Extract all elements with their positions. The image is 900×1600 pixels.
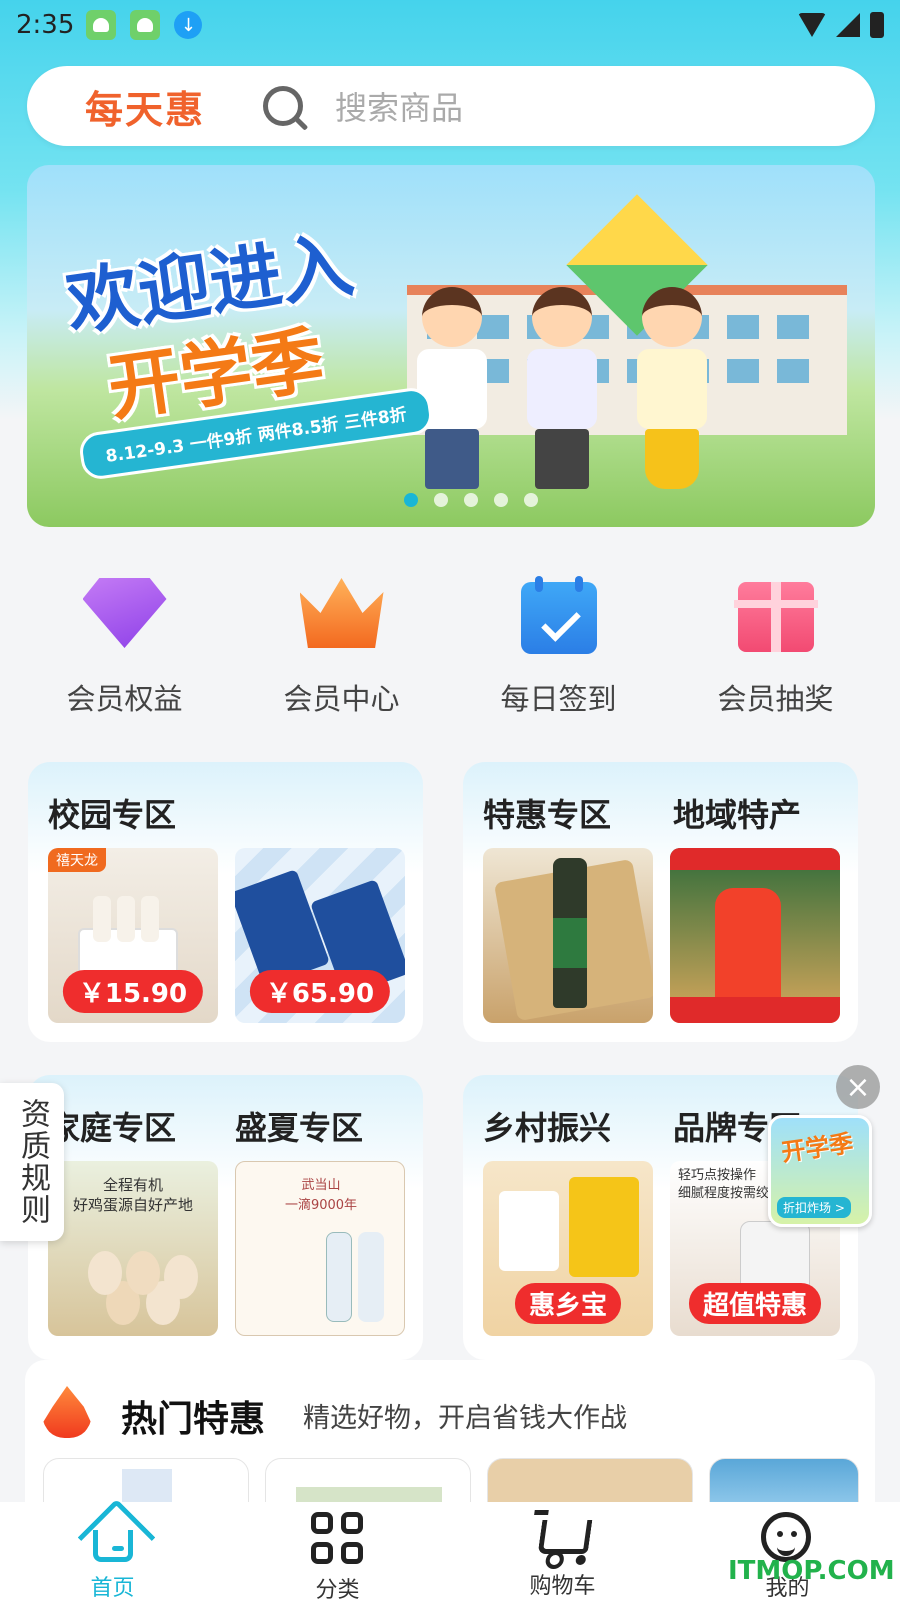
product-image[interactable]: 惠乡宝 bbox=[483, 1161, 653, 1336]
carousel-dot[interactable] bbox=[464, 493, 478, 507]
crown-icon bbox=[299, 578, 384, 654]
price-tag: ￥65.90 bbox=[249, 970, 391, 1013]
product-label: 超值特惠 bbox=[688, 1283, 822, 1324]
feature-member-benefits[interactable]: 会员权益 bbox=[16, 578, 233, 728]
nav-cart[interactable]: 购物车 bbox=[450, 1502, 675, 1600]
product-label: 惠乡宝 bbox=[514, 1283, 622, 1324]
app-icon bbox=[130, 10, 161, 40]
nav-label: 购物车 bbox=[529, 1574, 596, 1599]
promo-banner[interactable]: 欢迎进入 开学季 8.12-9.3 一件9折 两件8.5折 三件8折 bbox=[27, 165, 875, 527]
feature-daily-checkin[interactable]: 每日签到 bbox=[450, 576, 667, 728]
nav-category[interactable]: 分类 bbox=[225, 1502, 450, 1600]
floating-ad[interactable]: 开学季 折扣炸场 > bbox=[768, 1115, 872, 1227]
close-icon[interactable]: × bbox=[836, 1065, 880, 1109]
zone-title-family[interactable]: 家庭专区 bbox=[48, 1103, 176, 1149]
zone-title: 校园专区 bbox=[48, 796, 177, 834]
product-image-text: 武当山 一滴9000年 bbox=[284, 1178, 358, 1213]
nav-home[interactable]: 首页 bbox=[0, 1502, 225, 1600]
brand-badge: 禧天龙 bbox=[48, 848, 106, 872]
product-image[interactable]: ￥65.90 bbox=[235, 848, 405, 1023]
nav-label: 分类 bbox=[315, 1578, 360, 1600]
feature-label: 会员权益 bbox=[66, 682, 183, 716]
feature-member-center[interactable]: 会员中心 bbox=[233, 578, 450, 728]
app-screen: 2:35 ↓ 每天惠 搜索商品 欢迎进入 开学季 8.12-9.3 一件9折 两… bbox=[0, 0, 900, 1600]
grid-icon bbox=[310, 1512, 365, 1564]
hot-deals-subtitle: 精选好物，开启省钱大作战 bbox=[303, 1403, 627, 1434]
app-logo: 每天惠 bbox=[85, 86, 206, 132]
gift-icon bbox=[733, 578, 818, 654]
battery-icon bbox=[870, 12, 884, 38]
smiley-icon bbox=[760, 1512, 815, 1562]
floating-ad-subtitle: 折扣炸场 > bbox=[777, 1197, 851, 1218]
zone-title-rural[interactable]: 乡村振兴 bbox=[483, 1103, 611, 1149]
product-image[interactable]: 禧天龙 ￥15.90 bbox=[48, 848, 218, 1023]
watermark: ITMOP.COM bbox=[728, 1556, 895, 1586]
child-illustration bbox=[627, 287, 717, 497]
qualification-rules-tab[interactable]: 资质规则 bbox=[0, 1083, 64, 1241]
product-image[interactable] bbox=[670, 848, 840, 1023]
price-tag: ￥15.90 bbox=[62, 970, 204, 1013]
status-time: 2:35 bbox=[16, 10, 75, 40]
diamond-icon bbox=[82, 578, 167, 654]
feature-member-lottery[interactable]: 会员抽奖 bbox=[667, 578, 884, 728]
product-image[interactable]: 全程有机 好鸡蛋源自好产地 bbox=[48, 1161, 218, 1336]
signal-icon bbox=[836, 13, 860, 37]
cart-icon bbox=[536, 1512, 592, 1560]
zone-title-regional[interactable]: 地域特产 bbox=[673, 790, 801, 836]
child-illustration bbox=[517, 287, 607, 497]
search-input[interactable]: 搜索商品 bbox=[335, 83, 463, 129]
product-image[interactable]: 武当山 一滴9000年 bbox=[235, 1161, 405, 1336]
carousel-dot[interactable] bbox=[434, 493, 448, 507]
zone-title-special[interactable]: 特惠专区 bbox=[483, 790, 611, 836]
nav-label: 首页 bbox=[90, 1576, 135, 1600]
flame-icon bbox=[43, 1386, 91, 1438]
wifi-icon bbox=[798, 13, 826, 37]
product-image-text: 全程有机 好鸡蛋源自好产地 bbox=[72, 1176, 193, 1214]
zone-title-summer[interactable]: 盛夏专区 bbox=[235, 1103, 363, 1149]
search-icon[interactable] bbox=[263, 86, 304, 126]
status-bar: 2:35 ↓ bbox=[0, 0, 900, 50]
feature-label: 会员抽奖 bbox=[717, 682, 834, 716]
home-icon bbox=[86, 1512, 140, 1562]
carousel-dot[interactable] bbox=[494, 493, 508, 507]
download-icon: ↓ bbox=[174, 11, 203, 39]
carousel-dot[interactable] bbox=[524, 493, 538, 507]
zone-campus[interactable]: 校园专区 禧天龙 ￥15.90 ￥65.90 bbox=[28, 762, 423, 1042]
zone-family-summer[interactable]: 家庭专区 盛夏专区 全程有机 好鸡蛋源自好产地 武当山 一滴9000年 bbox=[28, 1075, 423, 1360]
feature-label: 会员中心 bbox=[283, 682, 400, 716]
feature-label: 每日签到 bbox=[500, 682, 617, 716]
calendar-check-icon bbox=[517, 576, 601, 654]
carousel-dot[interactable] bbox=[404, 493, 418, 507]
app-icon bbox=[86, 10, 117, 40]
floating-ad-title: 开学季 bbox=[779, 1129, 855, 1167]
hot-deals-title: 热门特惠 bbox=[121, 1399, 266, 1440]
carousel-dots[interactable] bbox=[27, 493, 875, 507]
search-bar[interactable]: 每天惠 搜索商品 bbox=[27, 66, 875, 146]
member-features: 会员权益 会员中心 每日签到 会员抽奖 bbox=[0, 576, 900, 728]
status-indicators bbox=[798, 12, 884, 38]
zone-special-regional[interactable]: 特惠专区 地域特产 bbox=[463, 762, 858, 1042]
product-image[interactable] bbox=[483, 848, 653, 1023]
hot-deals-section: 热门特惠 精选好物，开启省钱大作战 bbox=[25, 1360, 875, 1518]
